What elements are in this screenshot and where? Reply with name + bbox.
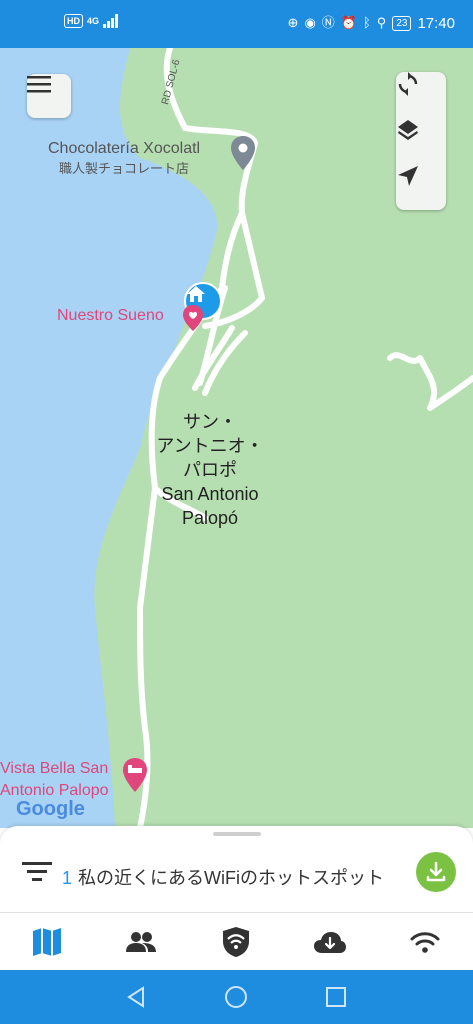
poi-chocolateria-name: Chocolatería Xocolatl bbox=[48, 140, 201, 157]
layers-icon bbox=[398, 120, 418, 140]
network-type: 4G bbox=[87, 16, 100, 26]
status-icons: ⊕ ◉ Ⓝ ⏰ ᛒ ⚲ 23 17:40 bbox=[288, 14, 455, 32]
nfc-icon: Ⓝ bbox=[321, 15, 335, 30]
alarm-icon: ⏰ bbox=[340, 15, 357, 30]
locate-button[interactable] bbox=[396, 164, 446, 210]
back-icon bbox=[127, 986, 144, 1008]
hotspot-summary: 1 私の近くにあるWiFiのホットスポット bbox=[62, 864, 384, 890]
tab-vpn[interactable] bbox=[189, 913, 283, 971]
network-indicator: HD 4G bbox=[64, 14, 119, 28]
tab-offline[interactable] bbox=[283, 913, 377, 971]
poi-vista-line1: Vista Bella San bbox=[0, 760, 109, 777]
download-icon bbox=[426, 861, 446, 882]
data-saver-icon: ⊕ bbox=[287, 15, 299, 30]
poi-hotel-label[interactable]: Nuestro Sueno bbox=[57, 307, 164, 325]
hotel-pin-icon[interactable] bbox=[183, 305, 203, 331]
back-button[interactable] bbox=[106, 970, 166, 1024]
eye-comfort-icon: ◉ bbox=[304, 15, 316, 30]
refresh-icon bbox=[398, 72, 418, 96]
home-icon bbox=[225, 986, 247, 1008]
status-bar: HD 4G ⊕ ◉ Ⓝ ⏰ ᛒ ⚲ 23 17:40 bbox=[0, 0, 473, 48]
town-label-line3: パロポ bbox=[183, 460, 237, 480]
home-button[interactable] bbox=[206, 970, 266, 1024]
location-icon: ⚲ bbox=[376, 15, 387, 30]
people-icon bbox=[126, 932, 156, 952]
town-label: サン・ アントニオ・ パロポ San Antonio Palopó bbox=[130, 410, 290, 530]
navigation-arrow-icon bbox=[398, 166, 418, 186]
tab-wifi[interactable] bbox=[378, 913, 472, 971]
map-icon bbox=[33, 928, 61, 956]
tab-map[interactable] bbox=[0, 913, 94, 971]
home-wifi-icon bbox=[187, 286, 205, 302]
town-label-line1: サン・ bbox=[183, 412, 237, 432]
recents-icon bbox=[326, 987, 346, 1007]
clock: 17:40 bbox=[417, 14, 455, 32]
refresh-button[interactable] bbox=[396, 72, 446, 118]
filter-icon[interactable] bbox=[22, 860, 52, 882]
download-button[interactable] bbox=[416, 852, 456, 892]
hotspot-summary-text: 私の近くにあるWiFiのホットスポット bbox=[78, 868, 384, 888]
cloud-download-icon bbox=[314, 932, 346, 953]
signal-icon bbox=[103, 14, 119, 28]
hamburger-menu-icon bbox=[27, 76, 51, 93]
map-pin-icon[interactable] bbox=[230, 136, 256, 172]
tab-people[interactable] bbox=[94, 913, 188, 971]
hotel-bed-pin-icon[interactable] bbox=[122, 758, 148, 792]
poi-chocolateria-subtitle: 職人製チョコレート店 bbox=[59, 161, 190, 176]
town-label-line2: アントニオ・ bbox=[156, 436, 264, 456]
map-controls bbox=[396, 72, 446, 210]
google-logo: Google bbox=[16, 798, 85, 820]
system-nav-bar bbox=[0, 970, 473, 1024]
town-label-line4: San Antonio bbox=[161, 484, 259, 504]
wifi-icon bbox=[410, 932, 440, 953]
bluetooth-icon: ᛒ bbox=[362, 15, 371, 30]
hotspot-count: 1 bbox=[62, 868, 73, 888]
vpn-shield-icon bbox=[223, 927, 249, 957]
map-view[interactable]: RD SOL-6 Chocolatería Xocolatl 職人製チョコレート… bbox=[0, 48, 473, 828]
tab-bar bbox=[0, 912, 473, 971]
sheet-handle[interactable] bbox=[213, 832, 261, 836]
hotspot-sheet[interactable]: 1 私の近くにあるWiFiのホットスポット bbox=[0, 826, 473, 912]
poi-vista[interactable]: Vista Bella San Antonio Palopo bbox=[0, 758, 109, 802]
poi-chocolateria[interactable]: Chocolatería Xocolatl 職人製チョコレート店 bbox=[48, 140, 200, 177]
town-label-line5: Palopó bbox=[181, 508, 239, 528]
layers-button[interactable] bbox=[396, 118, 446, 164]
menu-button[interactable] bbox=[27, 74, 71, 118]
recents-button[interactable] bbox=[306, 970, 366, 1024]
battery-icon: 23 bbox=[392, 15, 412, 31]
hd-badge: HD bbox=[64, 14, 83, 28]
